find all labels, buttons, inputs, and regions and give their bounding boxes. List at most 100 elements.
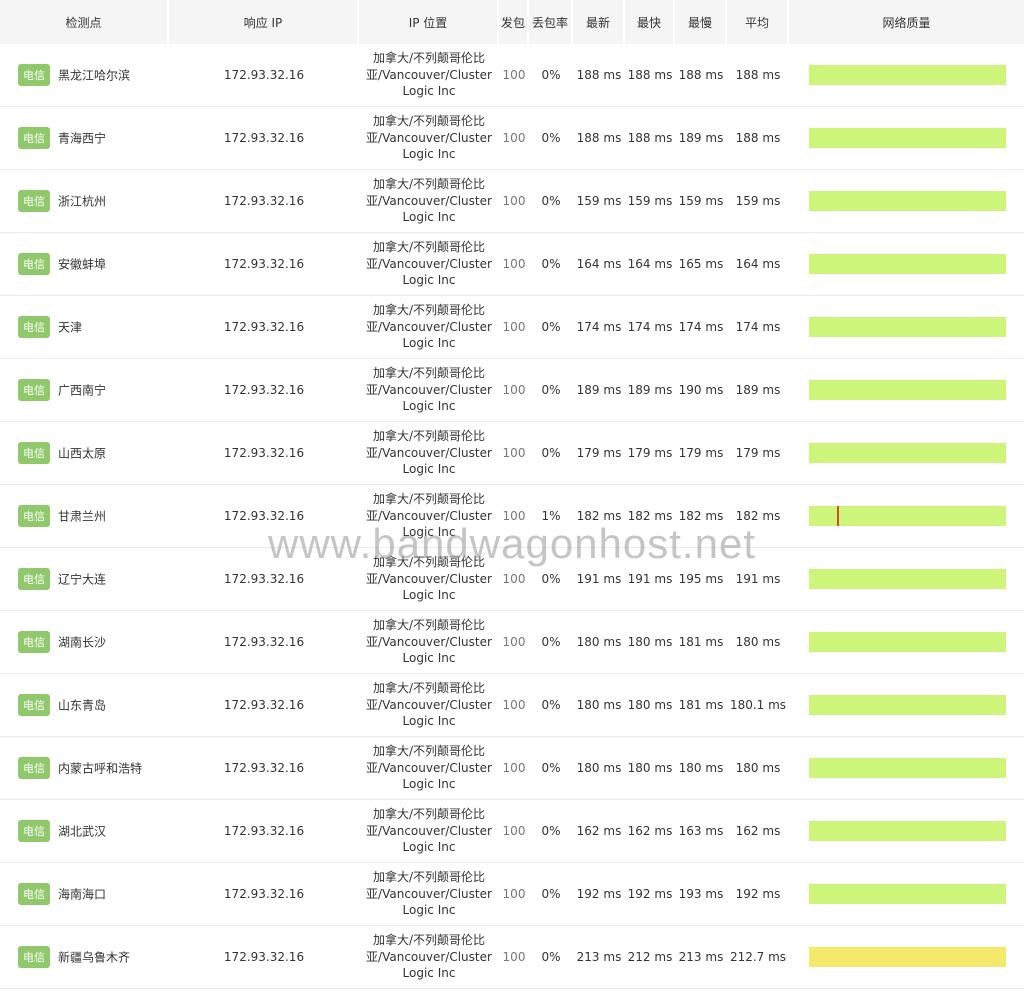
- latency-average: 212.7 ms: [727, 926, 789, 989]
- ip-location: 加拿大/不列颠哥伦比 亚/Vancouver/Cluster Logic Inc: [359, 170, 499, 233]
- latency-slowest: 181 ms: [675, 611, 727, 674]
- latency-latest: 180 ms: [573, 674, 625, 737]
- latency-slowest: 165 ms: [675, 233, 727, 296]
- latency-latest: 191 ms: [573, 548, 625, 611]
- latency-slowest: 174 ms: [675, 296, 727, 359]
- packets-sent: 100: [499, 737, 529, 800]
- quality-bar: [809, 506, 1006, 526]
- latency-latest: 164 ms: [573, 233, 625, 296]
- latency-latest: 192 ms: [573, 863, 625, 926]
- packets-sent: 100: [499, 44, 529, 107]
- table-row: 电信 山西太原 172.93.32.16 加拿大/不列颠哥伦比 亚/Vancouver/…: [0, 422, 1024, 485]
- node-city: 山西太原: [58, 446, 107, 461]
- ip-location-line: Logic Inc: [402, 777, 456, 792]
- quality-cell: [789, 359, 1024, 422]
- node-cell: 电信 山东青岛: [0, 674, 169, 737]
- ip-location: 加拿大/不列颠哥伦比 亚/Vancouver/Cluster Logic Inc: [359, 422, 499, 485]
- quality-cell: [789, 548, 1024, 611]
- node-cell: 电信 黑龙江哈尔滨: [0, 44, 169, 107]
- node-cell: 电信 青海西宁: [0, 107, 169, 170]
- quality-cell: [789, 800, 1024, 863]
- header-fastest[interactable]: 最快: [625, 0, 675, 44]
- ip-location-line: 亚/Vancouver/Cluster: [366, 886, 492, 901]
- latency-slowest: 181 ms: [675, 674, 727, 737]
- response-ip: 172.93.32.16: [169, 233, 359, 296]
- response-ip: 172.93.32.16: [169, 737, 359, 800]
- table-row: 电信 甘肃兰州 172.93.32.16 加拿大/不列颠哥伦比 亚/Vancouver/…: [0, 485, 1024, 548]
- packet-loss: 0%: [529, 800, 573, 863]
- latency-fastest: 179 ms: [625, 422, 675, 485]
- latency-fastest: 174 ms: [625, 296, 675, 359]
- isp-tag: 电信: [18, 505, 50, 527]
- quality-cell: [789, 863, 1024, 926]
- latency-slowest: 159 ms: [675, 170, 727, 233]
- isp-tag: 电信: [18, 820, 50, 842]
- table-row: 电信 广西南宁 172.93.32.16 加拿大/不列颠哥伦比 亚/Vancouver/…: [0, 359, 1024, 422]
- ip-location-line: 亚/Vancouver/Cluster: [366, 319, 492, 334]
- latency-latest: 159 ms: [573, 170, 625, 233]
- header-location[interactable]: IP 位置: [359, 0, 499, 44]
- latency-average: 179 ms: [727, 422, 789, 485]
- packet-loss: 0%: [529, 296, 573, 359]
- ip-location-line: Logic Inc: [402, 714, 456, 729]
- ip-location-line: 加拿大/不列颠哥伦比: [372, 429, 486, 444]
- quality-bar: [809, 758, 1006, 778]
- packets-sent: 100: [499, 296, 529, 359]
- latency-fastest: 191 ms: [625, 548, 675, 611]
- latency-fastest: 192 ms: [625, 863, 675, 926]
- ip-location: 加拿大/不列颠哥伦比 亚/Vancouver/Cluster Logic Inc: [359, 800, 499, 863]
- ip-location-line: Logic Inc: [402, 462, 456, 477]
- response-ip: 172.93.32.16: [169, 44, 359, 107]
- header-sent[interactable]: 发包: [499, 0, 529, 44]
- latency-fastest: 189 ms: [625, 359, 675, 422]
- isp-tag: 电信: [18, 757, 50, 779]
- ip-location: 加拿大/不列颠哥伦比 亚/Vancouver/Cluster Logic Inc: [359, 233, 499, 296]
- header-latest[interactable]: 最新: [573, 0, 625, 44]
- node-city: 安徽蚌埠: [58, 257, 107, 272]
- packet-loss-marker: [836, 506, 839, 526]
- packet-loss: 0%: [529, 674, 573, 737]
- header-loss[interactable]: 丢包率: [529, 0, 573, 44]
- response-ip: 172.93.32.16: [169, 800, 359, 863]
- quality-cell: [789, 926, 1024, 989]
- ip-location-line: Logic Inc: [402, 903, 456, 918]
- quality-bar: [809, 632, 1006, 652]
- table-row: 电信 新疆乌鲁木齐 172.93.32.16 加拿大/不列颠哥伦比 亚/Vancouve…: [0, 926, 1024, 989]
- latency-latest: 188 ms: [573, 44, 625, 107]
- ip-location-line: 加拿大/不列颠哥伦比: [372, 240, 486, 255]
- quality-bar: [809, 128, 1006, 148]
- header-slowest[interactable]: 最慢: [675, 0, 727, 44]
- header-average[interactable]: 平均: [727, 0, 789, 44]
- packets-sent: 100: [499, 170, 529, 233]
- ip-location-line: 加拿大/不列颠哥伦比: [372, 744, 486, 759]
- ip-location: 加拿大/不列颠哥伦比 亚/Vancouver/Cluster Logic Inc: [359, 296, 499, 359]
- ip-location-line: 亚/Vancouver/Cluster: [366, 130, 492, 145]
- ip-location-line: Logic Inc: [402, 84, 456, 99]
- isp-tag: 电信: [18, 190, 50, 212]
- header-node[interactable]: 检测点: [0, 0, 169, 44]
- latency-fastest: 159 ms: [625, 170, 675, 233]
- response-ip: 172.93.32.16: [169, 107, 359, 170]
- latency-slowest: 188 ms: [675, 44, 727, 107]
- node-city: 青海西宁: [58, 131, 107, 146]
- packet-loss: 0%: [529, 737, 573, 800]
- table-row: 电信 内蒙古呼和浩特 172.93.32.16 加拿大/不列颠哥伦比 亚/Vancouv…: [0, 737, 1024, 800]
- ip-location-line: 加拿大/不列颠哥伦比: [372, 870, 486, 885]
- isp-tag: 电信: [18, 379, 50, 401]
- quality-cell: [789, 107, 1024, 170]
- table-row: 电信 浙江杭州 172.93.32.16 加拿大/不列颠哥伦比 亚/Vancouver/…: [0, 170, 1024, 233]
- packets-sent: 100: [499, 548, 529, 611]
- quality-bar: [809, 65, 1006, 85]
- table-row: 电信 湖北武汉 172.93.32.16 加拿大/不列颠哥伦比 亚/Vancouver/…: [0, 800, 1024, 863]
- packet-loss: 1%: [529, 485, 573, 548]
- header-quality[interactable]: 网络质量: [789, 0, 1024, 44]
- ip-location-line: Logic Inc: [402, 525, 456, 540]
- response-ip: 172.93.32.16: [169, 926, 359, 989]
- ip-location-line: 亚/Vancouver/Cluster: [366, 823, 492, 838]
- ip-location-line: 加拿大/不列颠哥伦比: [372, 618, 486, 633]
- quality-cell: [789, 737, 1024, 800]
- latency-slowest: 163 ms: [675, 800, 727, 863]
- packets-sent: 100: [499, 863, 529, 926]
- header-ip[interactable]: 响应 IP: [169, 0, 359, 44]
- response-ip: 172.93.32.16: [169, 548, 359, 611]
